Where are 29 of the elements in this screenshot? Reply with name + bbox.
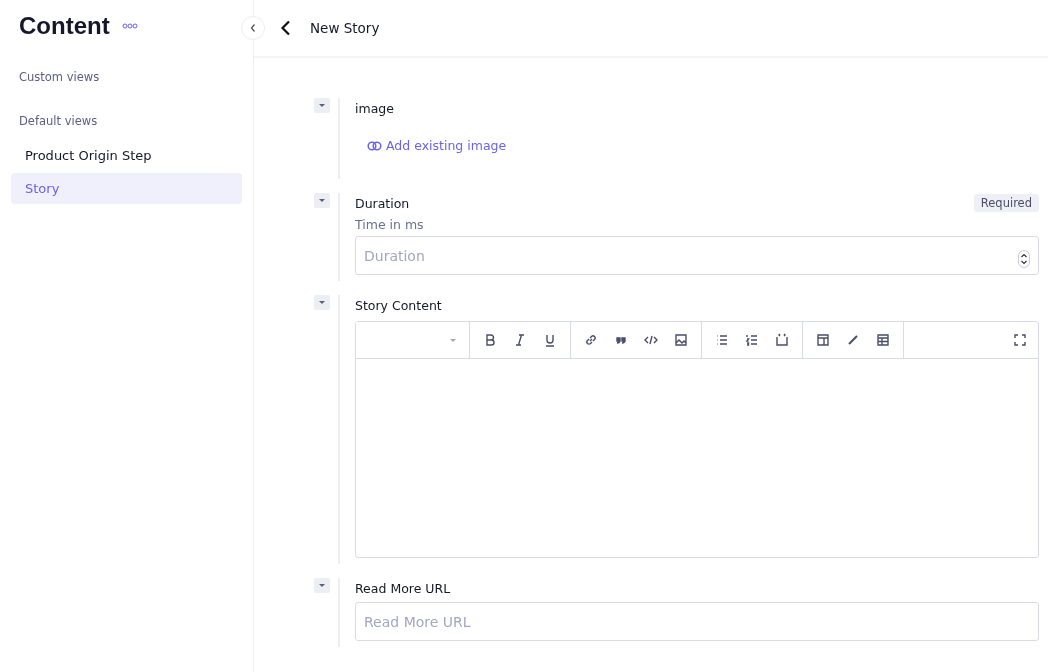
collapse-toggle[interactable] (314, 193, 330, 208)
sidebar-item[interactable]: Story (11, 173, 242, 204)
caret-down-icon (449, 337, 457, 343)
add-existing-link[interactable]: Add existing image (367, 138, 507, 153)
page-title: New Story (310, 20, 380, 36)
back-icon[interactable] (280, 20, 292, 36)
number-input-field[interactable]: Duration (355, 236, 1039, 275)
section-heading: Custom views (18, 70, 101, 86)
chevron-left-icon (249, 23, 257, 33)
field-label: Duration (355, 195, 410, 211)
field-hint: Time in ms (355, 217, 425, 232)
caret-down-icon (318, 583, 326, 588)
field-label: Story Content (355, 297, 442, 313)
caret-down-icon (318, 300, 326, 305)
collapse-toggle[interactable] (314, 578, 330, 593)
more-icon[interactable] (121, 23, 138, 29)
caret-down-icon (318, 103, 326, 108)
collapse-toggle[interactable] (314, 98, 330, 113)
text-input-field[interactable]: Read More URL (355, 602, 1039, 641)
sidebar-item[interactable]: Product Origin Step (11, 140, 242, 171)
section-heading: Default views (18, 114, 99, 130)
field-label: image (355, 100, 394, 116)
required-badge: Required (973, 194, 1039, 212)
link-icon (367, 139, 382, 152)
caret-down-icon (318, 198, 326, 203)
sidebar-title: Content (19, 12, 110, 40)
field-label: Read More URL (355, 580, 451, 596)
stepper-icon[interactable] (1018, 250, 1030, 268)
collapse-toggle[interactable] (314, 295, 330, 310)
